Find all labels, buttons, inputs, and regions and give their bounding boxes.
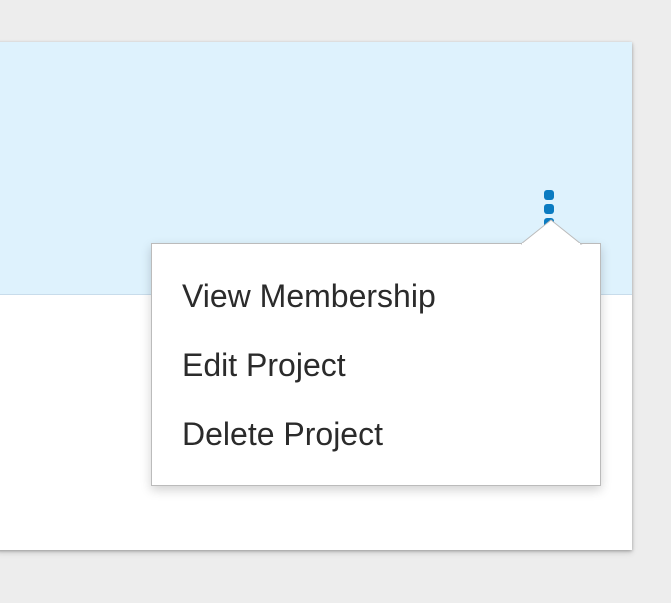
page: View Membership Edit Project Delete Proj… — [0, 0, 671, 603]
menu-item-edit-project[interactable]: Edit Project — [152, 331, 600, 400]
actions-dropdown-menu: View Membership Edit Project Delete Proj… — [151, 243, 601, 486]
kebab-dot-icon — [544, 204, 554, 214]
kebab-dot-icon — [544, 190, 554, 200]
dropdown-caret-icon — [521, 219, 583, 245]
menu-item-view-membership[interactable]: View Membership — [152, 262, 600, 331]
dropdown-menu-list: View Membership Edit Project Delete Proj… — [152, 262, 600, 469]
menu-item-delete-project[interactable]: Delete Project — [152, 400, 600, 469]
